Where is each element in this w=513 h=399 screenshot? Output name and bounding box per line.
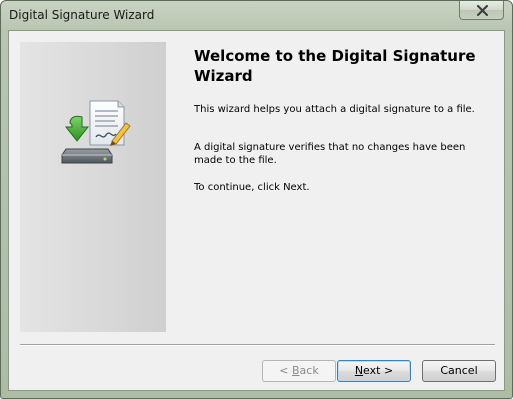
close-button[interactable] [459,1,504,20]
back-button[interactable]: < Back [262,360,336,382]
next-button-mnemonic: N [354,364,364,377]
wizard-client-area: Welcome to the Digital Signature Wizard … [8,30,505,391]
description-text: A digital signature verifies that no cha… [194,142,466,166]
digital-signature-icon [61,100,131,164]
wizard-side-panel [20,42,166,332]
intro-text: This wizard helps you attach a digital s… [194,104,475,115]
close-icon [477,5,488,16]
page-heading: Welcome to the Digital Signature Wizard [194,47,476,85]
instruction-text: To continue, click Next. [194,182,310,193]
button-separator [20,344,495,346]
back-button-mnemonic: B [292,364,300,377]
title-bar[interactable]: Digital Signature Wizard [1,1,512,30]
back-button-prefix: < [279,364,292,377]
next-button-rest: ext > [363,364,394,377]
back-button-rest: ack [299,364,319,377]
cancel-button[interactable]: Cancel [422,360,496,382]
window-title: Digital Signature Wizard [9,8,155,22]
wizard-window: Digital Signature Wizard Welcome to the … [0,0,513,399]
next-button[interactable]: Next > [337,360,411,382]
